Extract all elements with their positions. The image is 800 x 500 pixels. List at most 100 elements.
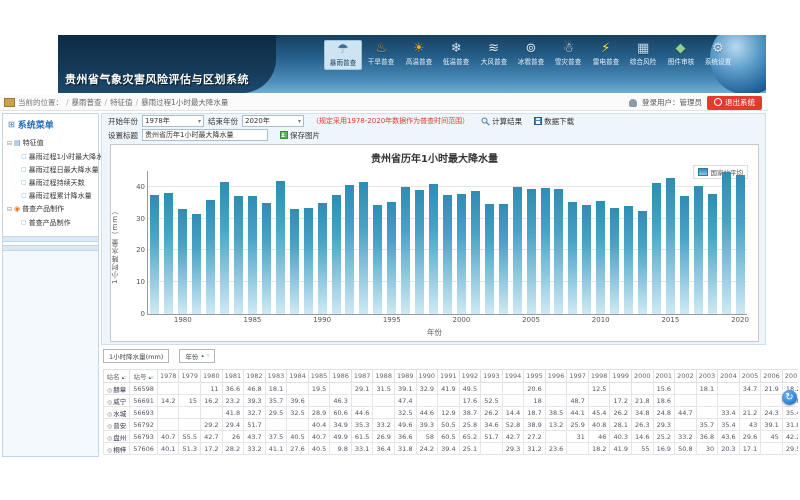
col-header-year[interactable]: 1981 xyxy=(222,370,244,383)
col-header-year[interactable]: 2000 xyxy=(631,370,653,383)
breadcrumb-item[interactable]: 暴雨普查 xyxy=(72,98,102,107)
toolbar-item-wind[interactable]: ≋大风普查 xyxy=(476,40,512,70)
sidebar-separator[interactable] xyxy=(3,236,98,242)
value-cell: 24.8 xyxy=(653,407,675,419)
toolbar-item-rainstorm[interactable]: ☂暴雨普查 xyxy=(324,40,362,70)
data-download-button[interactable]: 数据下载 xyxy=(534,116,574,127)
col-header-year[interactable]: 1990 xyxy=(416,370,438,383)
value-cell: 14.4 xyxy=(502,407,524,419)
col-header-year[interactable]: 2007 xyxy=(782,370,798,383)
col-header-year[interactable]: 1993 xyxy=(481,370,503,383)
breadcrumb-item[interactable]: 特征值 xyxy=(110,98,133,107)
col-header-year[interactable]: 1984 xyxy=(287,370,309,383)
save-image-button[interactable]: 保存图片 xyxy=(280,130,320,141)
col-header-year[interactable]: 1978 xyxy=(157,370,179,383)
sidebar-tree: ⊟▤特征值▢暴雨过程1小时最大降水量▢暴雨过程日最大降水量▢暴雨过程持续天数▢暴… xyxy=(3,135,98,233)
toolbar-item-low-temp[interactable]: ❄低温普查 xyxy=(438,40,474,70)
col-header-year[interactable]: 1982 xyxy=(244,370,266,383)
col-header-year[interactable]: 2002 xyxy=(675,370,697,383)
tree-item[interactable]: ▢暴雨过程持续天数 xyxy=(7,176,98,189)
toolbar-item-drought[interactable]: ♨干旱普查 xyxy=(363,40,399,70)
toolbar-item-map-audit[interactable]: ◆图件审核 xyxy=(663,40,699,70)
col-header-year[interactable]: 2003 xyxy=(696,370,718,383)
col-header-year[interactable]: 2005 xyxy=(739,370,761,383)
toolbar-item-snow[interactable]: ☃雪灾普查 xyxy=(550,40,586,70)
station-id-cell: 57606 xyxy=(130,443,158,455)
col-header-year[interactable]: 1986 xyxy=(330,370,352,383)
row-expand-icon[interactable]: ◎ xyxy=(107,423,112,430)
col-header-station-id[interactable]: 站号 ▴▿ xyxy=(130,370,158,383)
refresh-button[interactable]: ↻ xyxy=(782,390,797,405)
row-expand-icon[interactable]: ◎ xyxy=(107,435,112,442)
tree-item[interactable]: ▢暴雨过程累计降水量 xyxy=(7,189,98,202)
chart-title-input[interactable] xyxy=(142,129,268,141)
low-temp-icon: ❄ xyxy=(451,41,462,57)
row-expand-icon[interactable]: ◎ xyxy=(107,447,112,454)
breadcrumb-item[interactable]: 暴雨过程1小时最大降水量 xyxy=(141,98,228,107)
expand-icon[interactable]: ⊟ xyxy=(7,140,12,147)
row-expand-icon[interactable]: ◎ xyxy=(107,411,112,418)
col-header-year[interactable]: 1985 xyxy=(308,370,330,383)
tree-group-1[interactable]: ⊟◉普查产品制作 xyxy=(7,202,98,216)
col-header-year[interactable]: 1998 xyxy=(588,370,610,383)
station-name-cell[interactable]: ◎普安 xyxy=(104,419,130,431)
tree-item[interactable]: ▢暴雨过程1小时最大降水量 xyxy=(7,150,98,163)
toolbar-item-hail[interactable]: ⊚冰雹普查 xyxy=(513,40,549,70)
logout-button[interactable]: 退出系统 xyxy=(707,96,762,110)
start-year-select[interactable]: 1978年▾ xyxy=(142,115,204,127)
col-header-year[interactable]: 1997 xyxy=(567,370,589,383)
sort-icons[interactable]: ▴▿ xyxy=(149,373,154,381)
col-header-year[interactable]: 1980 xyxy=(201,370,223,383)
end-year-select[interactable]: 2020年▾ xyxy=(242,115,304,127)
toolbar-item-system-settings[interactable]: ⚙系统设置 xyxy=(700,40,736,70)
station-name-cell[interactable]: ◎盘州 xyxy=(104,431,130,443)
col-header-year[interactable]: 1996 xyxy=(545,370,567,383)
toolbar-item-high-temp[interactable]: ☀高温普查 xyxy=(401,40,437,70)
row-expand-icon[interactable]: ◎ xyxy=(107,387,112,394)
value-cell: 18.1 xyxy=(696,383,718,395)
col-header-year[interactable]: 2001 xyxy=(653,370,675,383)
col-header-year[interactable]: 1979 xyxy=(179,370,201,383)
station-name-cell[interactable]: ◎桐梓 xyxy=(104,443,130,455)
tree-group-0[interactable]: ⊟▤特征值 xyxy=(7,136,98,150)
col-header-year[interactable]: 1992 xyxy=(459,370,481,383)
col-header-year[interactable]: 2004 xyxy=(718,370,740,383)
station-name-cell[interactable]: ◎水城 xyxy=(104,407,130,419)
x-tick-label: 1995 xyxy=(377,316,407,324)
value-type-box[interactable]: 1小时降水量(mm) xyxy=(103,349,169,363)
station-name-cell[interactable]: ◎威宁 xyxy=(104,395,130,407)
col-header-year[interactable]: 1991 xyxy=(438,370,460,383)
row-expand-icon[interactable]: ◎ xyxy=(107,399,112,406)
station-name-cell[interactable]: ◎赫章 xyxy=(104,383,130,395)
col-header-year[interactable]: 1989 xyxy=(394,370,416,383)
filter-icon[interactable]: ▿ xyxy=(207,353,210,359)
toolbar-item-lightning[interactable]: ⚡雷电普查 xyxy=(588,40,624,70)
value-cell: 48.7 xyxy=(567,395,589,407)
year-sort-box[interactable]: 年份 ▴ ▿ xyxy=(179,349,215,363)
value-cell: 28.9 xyxy=(308,407,330,419)
col-header-year[interactable]: 1994 xyxy=(502,370,524,383)
tree-item[interactable]: ▢暴雨过程日最大降水量 xyxy=(7,163,98,176)
col-header-year[interactable]: 1995 xyxy=(524,370,546,383)
value-cell xyxy=(373,395,395,407)
col-header-year[interactable]: 1988 xyxy=(373,370,395,383)
x-tick-label: 2000 xyxy=(446,316,476,324)
sort-icons[interactable]: ▴▿ xyxy=(122,373,127,381)
col-header-year[interactable]: 2006 xyxy=(761,370,783,383)
col-header-year[interactable]: 1983 xyxy=(265,370,287,383)
col-header-year[interactable]: 1999 xyxy=(610,370,632,383)
col-header-year[interactable]: 1987 xyxy=(351,370,373,383)
tree-item[interactable]: ▢普查产品制作 xyxy=(7,216,98,229)
value-cell: 25.1 xyxy=(459,443,481,455)
toolbar-item-composite-risk[interactable]: ▦综合风险 xyxy=(625,40,661,70)
sort-asc-icon[interactable]: ▴ xyxy=(201,353,204,359)
expand-icon[interactable]: ⊟ xyxy=(7,206,12,213)
col-header-station[interactable]: 站名 ▴▿ xyxy=(104,370,130,383)
value-cell: 39.4 xyxy=(438,443,460,455)
bar-2014 xyxy=(652,183,661,314)
value-cell: 51.7 xyxy=(244,419,266,431)
value-cell: 19.5 xyxy=(308,383,330,395)
bar-1988 xyxy=(290,209,299,315)
calc-result-button[interactable]: 计算结果 xyxy=(481,116,522,127)
document-icon: ▢ xyxy=(21,192,27,199)
